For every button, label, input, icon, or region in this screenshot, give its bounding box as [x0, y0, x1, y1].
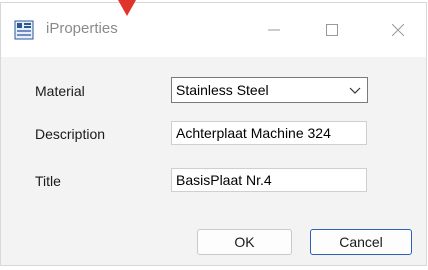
material-dropdown[interactable]: Stainless Steel — [171, 77, 368, 103]
title-bar[interactable]: iProperties — [1, 3, 426, 57]
title-field[interactable] — [171, 168, 367, 192]
material-selected-value: Stainless Steel — [176, 82, 269, 98]
title-label: Title — [35, 173, 61, 189]
cancel-button[interactable]: Cancel — [310, 229, 412, 255]
maximize-icon — [326, 24, 338, 36]
close-icon — [392, 24, 404, 36]
app-icon — [14, 20, 34, 40]
window-title: iProperties — [46, 20, 118, 37]
maximize-button[interactable] — [309, 13, 355, 47]
screen: iProperties Material Stainless Steel Des… — [0, 0, 428, 270]
description-label: Description — [35, 126, 106, 142]
minimize-button[interactable] — [251, 13, 297, 47]
close-button[interactable] — [375, 13, 421, 47]
description-field[interactable] — [171, 121, 367, 145]
minimize-icon — [268, 29, 280, 31]
material-label: Material — [35, 83, 85, 99]
ok-button[interactable]: OK — [197, 229, 292, 255]
red-arrow-marker-icon — [118, 0, 136, 16]
iproperties-dialog: iProperties Material Stainless Steel Des… — [0, 2, 427, 266]
chevron-down-icon — [349, 87, 361, 94]
